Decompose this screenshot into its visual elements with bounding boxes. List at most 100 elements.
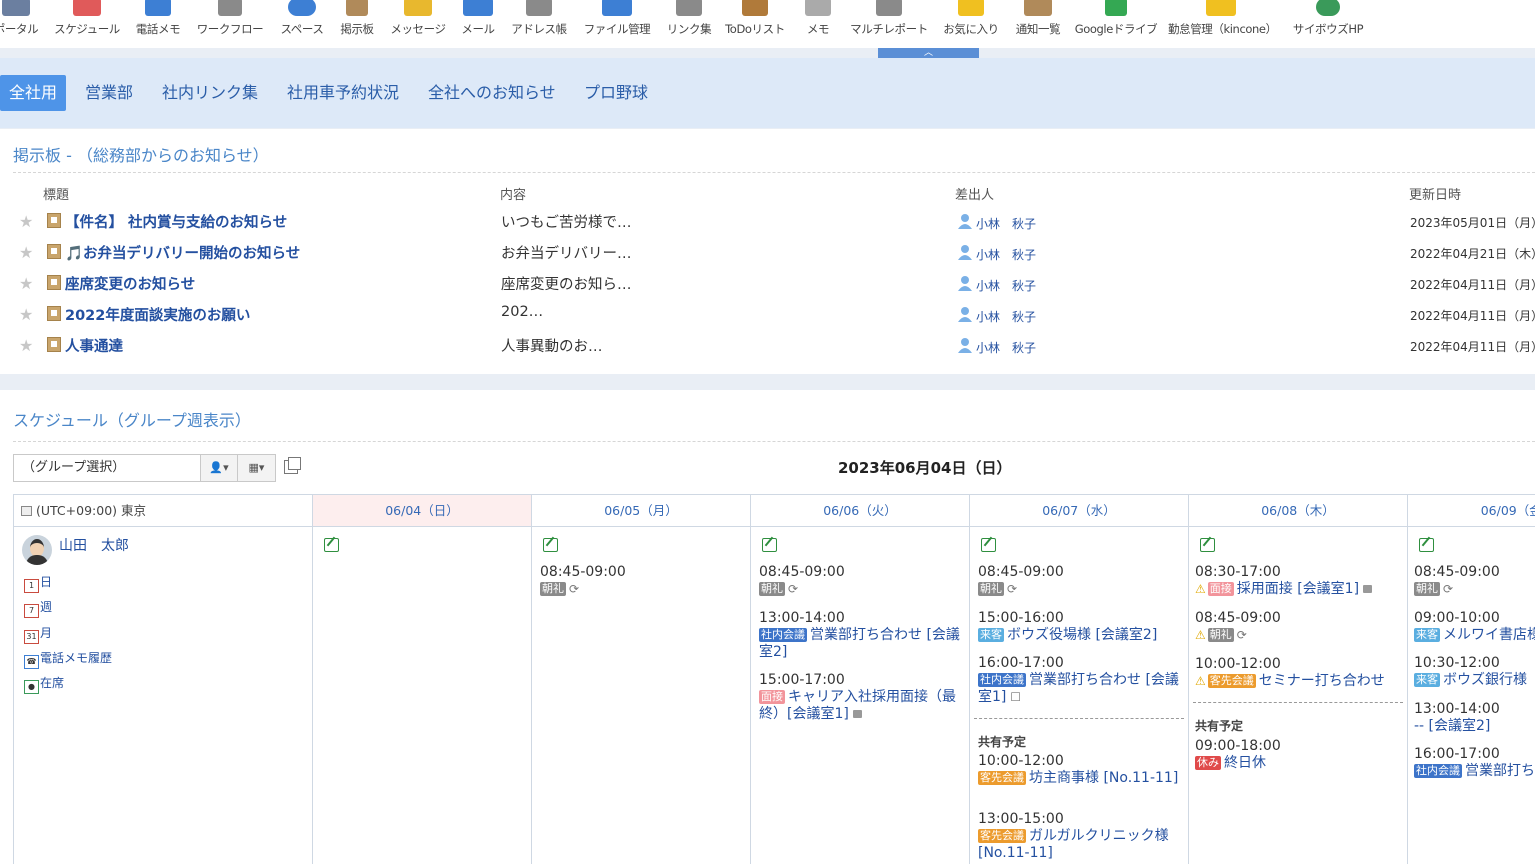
app-multi-report[interactable]: マルチレポート [846, 0, 932, 44]
sender-link[interactable]: 小林 秋子 [976, 215, 1036, 232]
app-phone-memo[interactable]: 電話メモ [132, 0, 184, 44]
column-header-sender[interactable]: 差出人 [955, 184, 994, 203]
app-favorite[interactable]: お気に入り [940, 0, 1002, 44]
event-item[interactable]: 10:30-12:00 来客 ボウズ銀行様 [1414, 655, 1535, 689]
updated-date: 2022年04月11日（月） [1410, 278, 1535, 292]
day-header[interactable]: 06/05（月） [532, 495, 750, 527]
event-item[interactable]: 13:00-15:00 客先会議 ガルガルクリニック様 [No.11-11] [978, 811, 1183, 862]
add-event-icon[interactable] [1419, 538, 1434, 552]
column-header-content: 内容 [500, 188, 527, 203]
table-row: ★ 2022年度面談実施のお願い 202… 小林 秋子 2022年04月11日（… [0, 300, 1535, 331]
facility-select-button[interactable]: ▦▾ [237, 454, 276, 482]
column-header-updated[interactable]: 更新日時 [1409, 184, 1461, 203]
event-item[interactable]: 08:45-09:00 朝礼 ⟳ [1414, 564, 1535, 598]
sender-link[interactable]: 小林 秋子 [976, 246, 1036, 263]
app-memo[interactable]: メモ [800, 0, 836, 44]
app-bulletin[interactable]: 掲示板 [336, 0, 378, 44]
day-header[interactable]: 06/04（日） [313, 495, 531, 527]
star-icon[interactable]: ★ [19, 336, 33, 355]
bulletin-subject-link[interactable]: 2022年度面談実施のお願い [65, 304, 250, 325]
app-mail[interactable]: メール [458, 0, 498, 44]
sender-link[interactable]: 小林 秋子 [976, 277, 1036, 294]
lock-icon [1363, 585, 1373, 593]
event-item[interactable]: 10:00-12:00 客先会議 坊主商事様 [No.11-11] [978, 753, 1183, 787]
event-item[interactable]: 15:00-16:00 来客 ボウズ役場様 [会議室2] [978, 610, 1183, 644]
event-item[interactable]: 08:30-17:00 ⚠ 面接 採用面接 [会議室1] [1195, 564, 1400, 598]
star-icon[interactable]: ★ [19, 243, 33, 262]
tab-sales[interactable]: 営業部 [76, 75, 142, 111]
star-icon[interactable]: ★ [19, 305, 33, 324]
app-google-drive[interactable]: Googleドライブ [1072, 0, 1160, 44]
event-item[interactable]: 16:00-17:00 社内会議 営業部打ち合わせ [会議室1] ☐ [978, 655, 1183, 706]
app-notification[interactable]: 通知一覧 [1012, 0, 1064, 44]
app-schedule[interactable]: スケジュール [50, 0, 124, 44]
event-item[interactable]: 16:00-17:00 社内会議営業部打ち合わせ [会議室1] [1414, 746, 1535, 780]
member-column: (UTC+09:00) 東京 山田 太郎 1日 7週 31 月 ☎ 電話メモ履歴 ●… [14, 495, 313, 864]
app-portal[interactable]: ポータル [0, 0, 42, 44]
day-header[interactable]: 06/09（金） [1408, 495, 1535, 527]
day-view-link[interactable]: 1日 [24, 573, 52, 593]
member-name-link[interactable]: 山田 太郎 [59, 535, 129, 555]
add-event-icon[interactable] [981, 538, 996, 552]
bulletin-subject-link[interactable]: 座席変更のお知らせ [65, 273, 195, 294]
group-select-input[interactable]: （グループ選択） [13, 454, 201, 482]
event-tag: 来客 [978, 628, 1004, 642]
add-event-icon[interactable] [324, 538, 339, 552]
event-item[interactable]: 13:00-14:00 社内会議 営業部打ち合わせ [会議室2] [759, 610, 964, 661]
popout-icon[interactable] [284, 457, 301, 474]
star-icon[interactable]: ★ [19, 212, 33, 231]
app-workflow[interactable]: ワークフロー [194, 0, 266, 44]
tab-company-notices[interactable]: 全社へのお知らせ [419, 75, 565, 111]
event-item[interactable]: 10:00-12:00 ⚠ 客先会議 セミナー打ち合わせ [1195, 656, 1400, 690]
tab-all-company[interactable]: 全社用 [0, 75, 67, 111]
google-drive-icon [1105, 0, 1127, 16]
sender-link[interactable]: 小林 秋子 [976, 308, 1036, 325]
day-header[interactable]: 06/08（木） [1189, 495, 1407, 527]
event-item[interactable]: 08:45-09:00 ⚠ 朝礼 ⟳ [1195, 610, 1400, 644]
add-event-icon[interactable] [1200, 538, 1215, 552]
bulletin-subject-link[interactable]: 🎵お弁当デリバリー開始のお知らせ [65, 242, 300, 263]
month-view-link[interactable]: 31 月 [24, 624, 52, 644]
add-event-icon[interactable] [543, 538, 558, 552]
timezone-header[interactable]: (UTC+09:00) 東京 [14, 495, 312, 527]
bulletin-title[interactable]: 掲示板 - （総務部からのお知らせ） [13, 142, 269, 166]
event-item[interactable]: 09:00-10:00 来客 メルワイ書店様 [1414, 610, 1535, 644]
event-item[interactable]: 08:45-09:00 朝礼 ⟳ [978, 564, 1183, 598]
day-column: 06/06（火） 08:45-09:00 朝礼 ⟳ 13:00-14:00 社内会… [751, 495, 970, 864]
event-title: ボウズ役場様 [会議室2] [1007, 627, 1158, 643]
app-kincone[interactable]: 勤怠管理（kincone） [1168, 0, 1277, 44]
column-header-subject[interactable]: 標題 [43, 184, 69, 203]
tab-baseball[interactable]: プロ野球 [575, 75, 657, 111]
sender-link[interactable]: 小林 秋子 [976, 339, 1036, 356]
app-address-book[interactable]: アドレス帳 [508, 0, 570, 44]
add-event-icon[interactable] [762, 538, 777, 552]
current-date: 2023年06月04日（日） [838, 459, 1012, 477]
day-header[interactable]: 06/07（水） [970, 495, 1188, 527]
week-view-link[interactable]: 7週 [24, 598, 52, 618]
presence-link[interactable]: ● 在席 [24, 674, 64, 694]
collapse-app-bar-button[interactable]: ︿ [878, 48, 979, 58]
event-item[interactable]: 15:00-17:00 面接 キャリア入社採用面接（最終）[会議室1] [759, 672, 964, 723]
event-item[interactable]: 08:45-09:00 朝礼 ⟳ [759, 564, 964, 598]
user-select-button[interactable]: 👤▾ [200, 454, 238, 482]
phone-memo-history-link[interactable]: ☎ 電話メモ履歴 [24, 649, 112, 669]
app-space[interactable]: スペース [276, 0, 328, 44]
bulletin-subject-link[interactable]: 【件名】 社内賞与支給のお知らせ [65, 211, 287, 232]
app-todo[interactable]: ToDoリスト [722, 0, 788, 44]
app-link[interactable]: リンク集 [664, 0, 714, 44]
schedule-title[interactable]: スケジュール（グループ週表示） [13, 407, 251, 431]
event-item[interactable]: 13:00-14:00 -- [会議室2] [1414, 701, 1535, 735]
tab-car-reservation[interactable]: 社用車予約状況 [278, 75, 408, 111]
event-item[interactable]: 08:45-09:00 朝礼 ⟳ [540, 564, 745, 598]
bulletin-subject-link[interactable]: 人事通達 [65, 335, 123, 356]
star-icon[interactable]: ★ [19, 274, 33, 293]
day-header[interactable]: 06/06（火） [751, 495, 969, 527]
bulletin-document-icon [47, 275, 61, 290]
calendar-day-icon: 1 [24, 579, 39, 593]
app-cybozu-hp[interactable]: サイボウズHP [1288, 0, 1368, 44]
app-message[interactable]: メッセージ [386, 0, 450, 44]
tab-internal-links[interactable]: 社内リンク集 [153, 75, 267, 111]
event-item[interactable]: 09:00-18:00 休み 終日休 [1195, 738, 1400, 772]
portal-tab-bar: 全社用 営業部 社内リンク集 社用車予約状況 全社へのお知らせ プロ野球 [0, 58, 1535, 128]
app-file[interactable]: ファイル管理 [580, 0, 654, 44]
